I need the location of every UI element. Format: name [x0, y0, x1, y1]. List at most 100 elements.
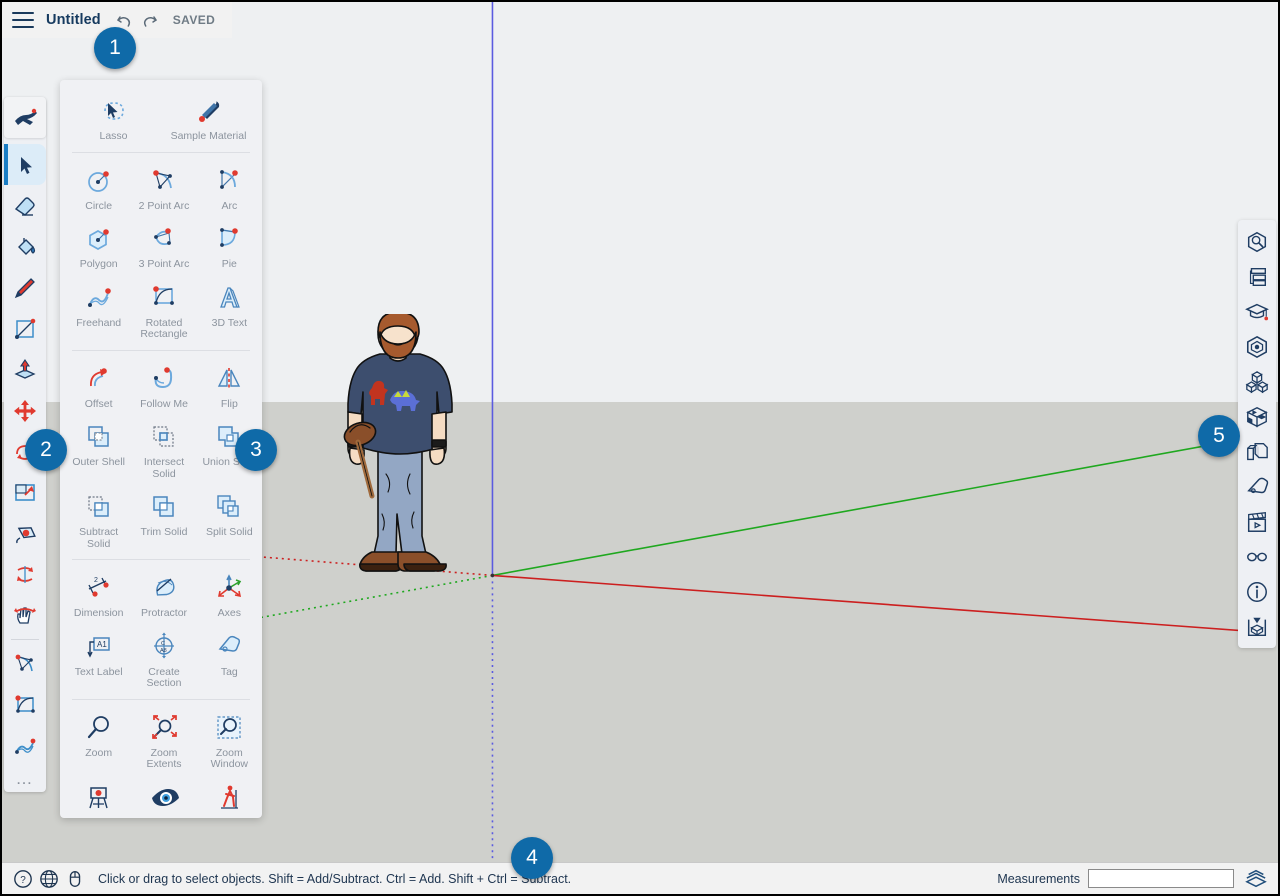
sidebar-item-3d-warehouse[interactable] — [4, 97, 46, 138]
scale-figure-man[interactable] — [334, 314, 474, 584]
flyout-row: Position Camera Look Around — [66, 775, 256, 819]
flyout-item-3-point-arc[interactable]: 3 Point Arc — [131, 216, 196, 275]
cubes-icon — [1245, 370, 1269, 394]
sidebar-item-paint[interactable] — [4, 226, 46, 267]
globe-icon[interactable] — [36, 866, 62, 892]
flyout-item-walk[interactable]: Walk — [197, 775, 262, 819]
follow-me-icon — [147, 362, 181, 396]
flyout-item-axes[interactable]: Axes — [197, 565, 262, 624]
flyout-item-zoom-extents[interactable]: Zoom Extents — [131, 705, 196, 775]
sidebar-item-push-pull[interactable] — [4, 349, 46, 390]
flyout-item-circle[interactable]: Circle — [66, 158, 131, 217]
flyout-item-3d-text[interactable]: 3D Text — [197, 275, 262, 345]
flyout-item-freehand[interactable]: Freehand — [66, 275, 131, 345]
flyout-item-label: Tag — [221, 667, 238, 679]
sidebar-item-line[interactable] — [4, 267, 46, 308]
panel-button-materials[interactable] — [1238, 329, 1276, 364]
sidebar-item-scale[interactable] — [4, 472, 46, 513]
panel-button-instructor[interactable] — [1238, 294, 1276, 329]
flyout-row: Polygon 3 Point Arc — [66, 216, 256, 275]
section-plane-icon: C A8 — [147, 630, 181, 664]
paint-bucket-icon — [12, 234, 38, 260]
sidebar-item-rotated-rectangle[interactable] — [4, 684, 46, 725]
circle-icon — [82, 164, 116, 198]
sidebar-item-pan[interactable] — [4, 595, 46, 636]
flyout-item-label: Walk — [218, 818, 241, 819]
callout-4: 4 — [511, 837, 553, 879]
panel-button-outliner[interactable] — [1238, 434, 1276, 469]
flyout-item-offset[interactable]: Offset — [66, 356, 131, 415]
flyout-row: A1 Text Label C A8 Create Section — [66, 624, 256, 694]
running-figure-icon — [12, 105, 38, 131]
flyout-item-label: Flip — [221, 399, 238, 411]
redo-icon[interactable] — [139, 9, 161, 31]
measurements-input[interactable] — [1088, 869, 1234, 888]
subtract-solid-icon — [82, 490, 116, 524]
flyout-row: Outer Shell Intersect Solid — [66, 414, 256, 484]
svg-text:?: ? — [20, 875, 26, 886]
flyout-item-trim-solid[interactable]: Trim Solid — [131, 484, 196, 554]
panel-button-tags[interactable] — [1238, 469, 1276, 504]
sidebar-item-eraser[interactable] — [4, 185, 46, 226]
flyout-item-label: Subtract Solid — [67, 527, 130, 550]
flyout-item-flip[interactable]: Flip — [197, 356, 262, 415]
flyout-item-tag[interactable]: Tag — [197, 624, 262, 694]
sidebar-item-tape-measure[interactable] — [4, 513, 46, 554]
sidebar-item-2-point-arc[interactable] — [4, 643, 46, 684]
panel-button-components[interactable] — [1238, 364, 1276, 399]
flyout-item-follow-me[interactable]: Follow Me — [131, 356, 196, 415]
save-status: SAVED — [173, 13, 215, 27]
axes-icon — [212, 571, 246, 605]
flyout-item-2-point-arc[interactable]: 2 Point Arc — [131, 158, 196, 217]
flyout-item-rotated-rectangle[interactable]: Rotated Rectangle — [131, 275, 196, 345]
arc-icon — [212, 164, 246, 198]
flyout-item-create-section[interactable]: C A8 Create Section — [131, 624, 196, 694]
sidebar-item-move[interactable] — [4, 390, 46, 431]
flyout-item-look-around[interactable]: Look Around — [131, 775, 196, 819]
panel-button-search[interactable] — [1238, 224, 1276, 259]
flyout-item-zoom-window[interactable]: Zoom Window — [197, 705, 262, 775]
flyout-item-label: Trim Solid — [141, 527, 188, 539]
flyout-item-zoom[interactable]: Zoom — [66, 705, 131, 775]
flyout-item-sample-material[interactable]: Sample Material — [161, 88, 256, 147]
flyout-row: Freehand Rotated Rectangle — [66, 275, 256, 345]
flyout-item-position-camera[interactable]: Position Camera — [66, 775, 131, 819]
sidebar-item-rectangle[interactable] — [4, 308, 46, 349]
flyout-item-outer-shell[interactable]: Outer Shell — [66, 414, 131, 484]
hamburger-icon[interactable] — [12, 12, 34, 28]
flyout-item-polygon[interactable]: Polygon — [66, 216, 131, 275]
panel-button-entity-info[interactable] — [1238, 259, 1276, 294]
sidebar-item-orbit[interactable] — [4, 554, 46, 595]
outer-shell-icon — [82, 420, 116, 454]
flyout-item-protractor[interactable]: Protractor — [131, 565, 196, 624]
flyout-item-intersect-solid[interactable]: Intersect Solid — [131, 414, 196, 484]
freehand-icon — [82, 281, 116, 315]
sidebar-item-select[interactable] — [4, 144, 46, 185]
svg-text:A1: A1 — [97, 640, 107, 649]
flyout-item-pie[interactable]: Pie — [197, 216, 262, 275]
flyout-item-dimension[interactable]: 2 Dimension — [66, 565, 131, 624]
callout-3: 3 — [235, 429, 277, 471]
flyout-divider — [72, 152, 250, 153]
flyout-item-label: Text Label — [75, 667, 123, 679]
pie-icon — [212, 222, 246, 256]
flyout-item-arc[interactable]: Arc — [197, 158, 262, 217]
flyout-item-label: Zoom Extents — [132, 748, 195, 771]
flyout-item-subtract-solid[interactable]: Subtract Solid — [66, 484, 131, 554]
sidebar-item-freehand[interactable] — [4, 725, 46, 766]
question-circle-icon[interactable]: ? — [10, 866, 36, 892]
flyout-item-text-label[interactable]: A1 Text Label — [66, 624, 131, 694]
panel-button-import[interactable] — [1238, 609, 1276, 644]
svg-text:2: 2 — [94, 577, 98, 584]
panel-button-display[interactable] — [1238, 539, 1276, 574]
left-toolbar-overflow[interactable]: … — [4, 766, 46, 792]
panel-button-scenes[interactable] — [1238, 504, 1276, 539]
panel-button-model-info[interactable] — [1238, 574, 1276, 609]
toolbar-divider — [11, 639, 39, 640]
panel-button-styles[interactable] — [1238, 399, 1276, 434]
flyout-item-split-solid[interactable]: Split Solid — [197, 484, 262, 554]
mouse-icon[interactable] — [62, 866, 88, 892]
flyout-item-label: Polygon — [80, 259, 118, 271]
right-panel-toolbar — [1238, 220, 1276, 648]
flyout-item-lasso[interactable]: Lasso — [66, 88, 161, 147]
